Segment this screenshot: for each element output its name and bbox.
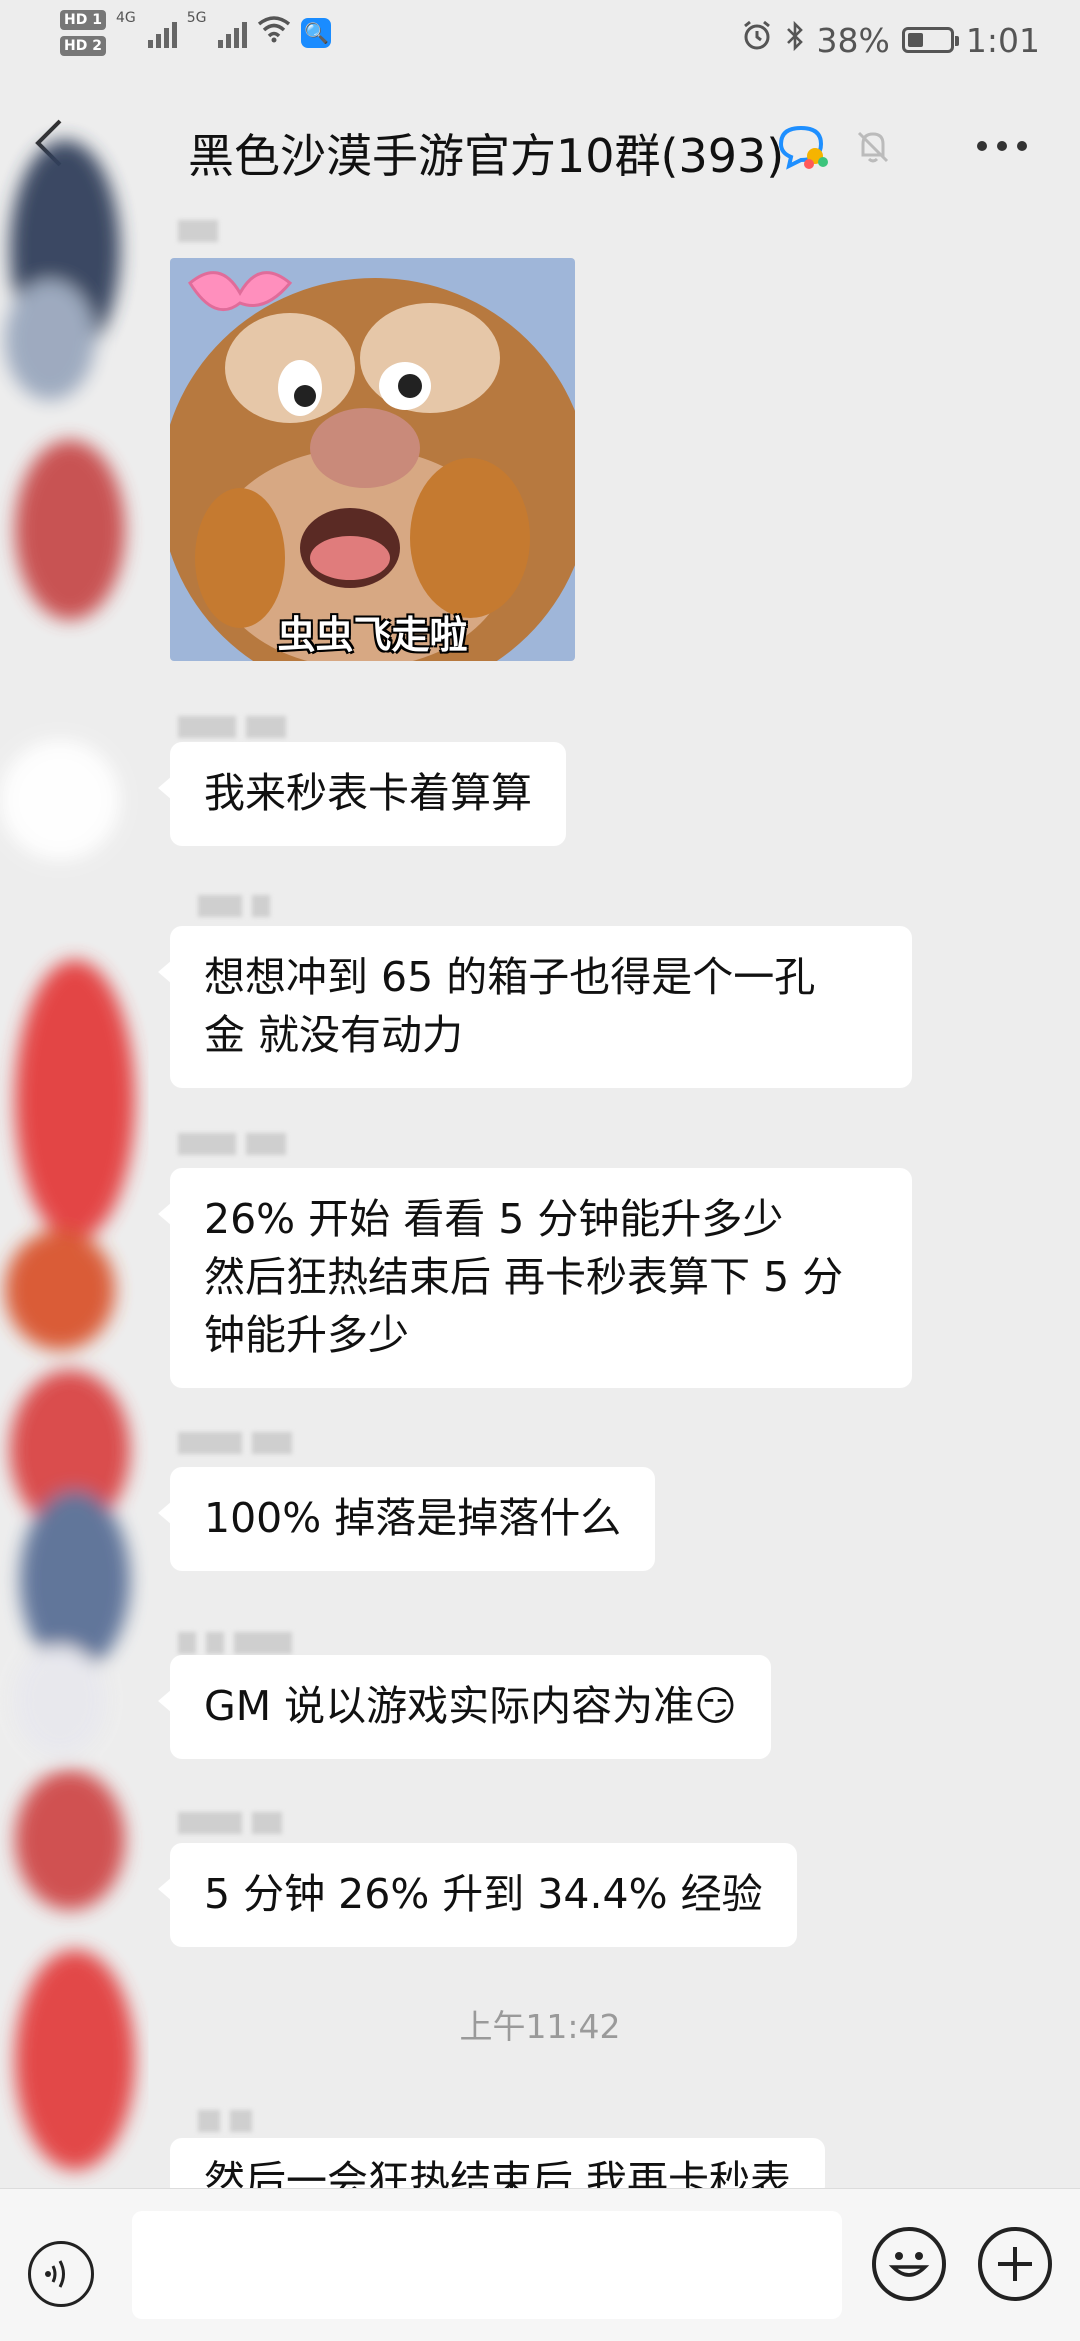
battery-icon [901,27,959,53]
blurred-avatar-column [0,140,135,2170]
sender-name [178,1812,282,1834]
plus-icon[interactable] [978,2227,1052,2301]
message-input[interactable] [132,2211,842,2319]
input-bar [0,2188,1080,2341]
clock: 1:01 [965,20,1040,60]
signal-icon [147,18,177,48]
emoji-icon[interactable] [872,2227,946,2301]
status-left: HD 1 HD 2 4G 5G 🔍 [60,10,332,56]
signal-icon [218,18,248,48]
sender-name [178,220,218,242]
message-bubble[interactable]: GM 说以游戏实际内容为准😏 [158,1655,771,1759]
more-icon[interactable] [974,110,1030,166]
app-notification-icon: 🔍 [301,18,332,48]
network-5g-label: 5G [186,10,207,26]
sender-name [198,2110,252,2132]
status-bar: HD 1 HD 2 4G 5G 🔍 38% 1:01 [0,0,1080,80]
group-chat-icon[interactable] [775,122,831,172]
voice-icon[interactable] [28,2241,94,2307]
message-bubble[interactable]: 100% 掉落是掉落什么 [157,1467,656,1571]
chat-title[interactable]: 黑色沙漠手游官方10群(393) [188,120,784,186]
bluetooth-icon [785,20,805,60]
battery-percent: 38% [816,20,890,60]
hd2-label: HD 2 [60,36,106,56]
sticker-caption: 虫虫飞走啦 [277,613,468,657]
status-right: 38% 1:01 [741,20,1040,60]
message-bubble[interactable]: 5 分钟 26% 升到 34.4% 经验 [158,1843,797,1947]
message-bubble[interactable]: 想想冲到 65 的箱子也得是个一孔 金 就没有动力 [158,926,912,1088]
bear-sticker-image [170,258,575,661]
message-bubble[interactable]: 我来秒表卡着算算 [158,742,566,846]
network-4g-label: 4G [115,10,136,26]
message-timestamp: 上午11:42 [459,2007,621,2046]
sticker-message[interactable]: 虫虫飞走啦 [170,258,575,661]
sender-name [198,895,270,917]
alarm-icon [741,20,773,60]
sender-name [178,1133,286,1155]
muted-bell-icon[interactable] [854,128,894,168]
sender-name [178,716,286,738]
message-bubble[interactable]: 26% 开始 看看 5 分钟能升多少 然后狂热结束后 再卡秒表算下 5 分 钟能… [158,1168,912,1388]
sender-name [178,1432,292,1454]
sender-name [178,1632,292,1654]
wifi-icon [257,15,291,51]
hd1-label: HD 1 [60,10,106,30]
